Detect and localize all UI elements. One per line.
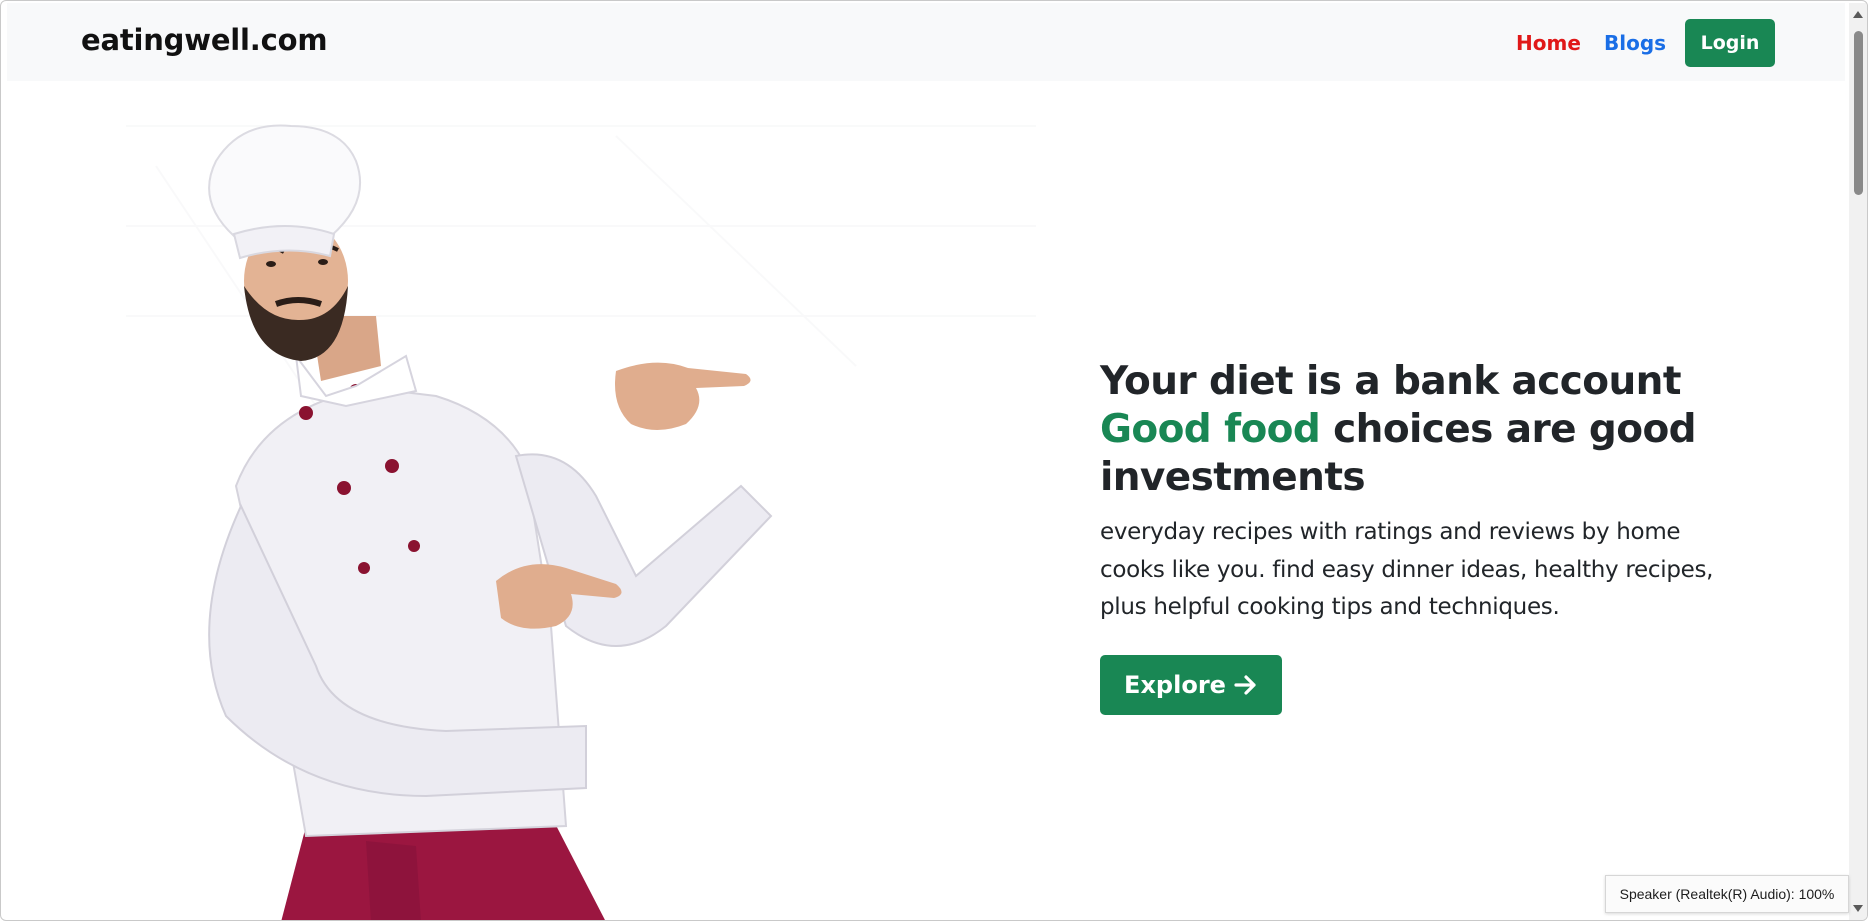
scroll-down-icon[interactable] <box>1853 905 1863 912</box>
scrollbar-thumb[interactable] <box>1854 31 1863 195</box>
hero-description: everyday recipes with ratings and review… <box>1100 519 1714 620</box>
vertical-scrollbar[interactable] <box>1849 3 1867 920</box>
brand-logo[interactable]: eatingwell.com <box>81 23 328 57</box>
hero-headline: Your diet is a bank account Good food ch… <box>1100 358 1740 502</box>
hero-text-block: Your diet is a bank account Good food ch… <box>1100 358 1740 627</box>
arrow-right-icon <box>1234 675 1256 695</box>
nav-link-blogs[interactable]: Blogs <box>1604 31 1666 55</box>
nav-link-home[interactable]: Home <box>1516 31 1581 55</box>
headline-part-1: Your diet is a bank account <box>1100 359 1681 404</box>
explore-button-label: Explore <box>1124 671 1226 699</box>
scroll-up-icon[interactable] <box>1853 11 1863 18</box>
chef-pointing-image <box>116 106 1046 920</box>
login-button[interactable]: Login <box>1685 19 1775 67</box>
navbar: eatingwell.com Home Blogs Login <box>7 3 1845 81</box>
explore-button[interactable]: Explore <box>1100 655 1282 715</box>
browser-viewport: eatingwell.com Home Blogs Login Your die… <box>0 0 1868 921</box>
speaker-volume-tooltip: Speaker (Realtek(R) Audio): 100% <box>1605 875 1849 913</box>
headline-accent: Good food <box>1100 407 1321 452</box>
